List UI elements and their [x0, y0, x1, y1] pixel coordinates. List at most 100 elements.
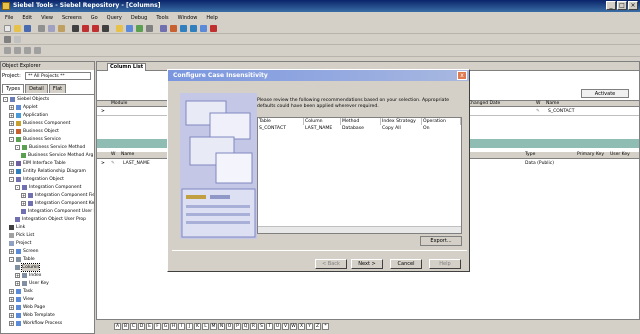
close-window-button[interactable]: × — [628, 1, 638, 10]
tree-item[interactable]: - Table — [9, 256, 35, 263]
expand-icon[interactable]: + — [15, 281, 20, 286]
alphabet-letter[interactable]: Y — [306, 322, 313, 330]
alphabet-letter[interactable]: F — [154, 322, 161, 330]
horizontal-scrollbar[interactable] — [258, 226, 461, 233]
alphabet-letter[interactable]: B — [122, 322, 129, 330]
col-column[interactable]: Column — [304, 118, 341, 125]
col-changed-date[interactable]: Changed Date — [468, 101, 500, 107]
align-icon[interactable] — [14, 47, 21, 54]
alphabet-letter[interactable]: D — [138, 322, 145, 330]
menu-go[interactable]: Go — [89, 15, 100, 21]
collapse-icon[interactable]: - — [3, 97, 8, 102]
col-index-strategy[interactable]: Index Strategy — [381, 118, 422, 125]
alphabet-letter[interactable]: * — [322, 322, 329, 330]
alphabet-letter[interactable]: A — [114, 322, 121, 330]
menu-edit[interactable]: Edit — [20, 15, 34, 21]
alphabet-letter[interactable]: N — [218, 322, 225, 330]
collapse-icon[interactable]: - — [9, 137, 14, 142]
tree-item[interactable]: + Application — [9, 112, 48, 119]
alphabet-letter[interactable]: G — [162, 322, 169, 330]
tree-item[interactable]: - Business Service — [9, 136, 61, 143]
cancel-button[interactable]: Cancel — [390, 259, 422, 269]
debug-icon[interactable] — [200, 25, 207, 32]
menu-query[interactable]: Query — [105, 15, 124, 21]
collapse-icon[interactable]: - — [9, 177, 14, 182]
tree-item[interactable]: Column — [15, 263, 41, 272]
compile-icon[interactable] — [170, 25, 177, 32]
tree-item[interactable]: + View — [9, 296, 34, 303]
menu-window[interactable]: Window — [176, 15, 200, 21]
close-icon[interactable]: x — [457, 71, 467, 80]
expand-icon[interactable]: + — [9, 121, 14, 126]
project-dropdown[interactable]: ** All Projects ** — [25, 72, 91, 80]
tree-item[interactable]: + Entity Relationship Diagram — [9, 168, 86, 175]
col-user-key[interactable]: User Key — [610, 152, 630, 158]
alphabet-letter[interactable]: K — [194, 322, 201, 330]
tab-types[interactable]: Types — [2, 84, 25, 93]
alphabet-letter[interactable]: I — [178, 322, 185, 330]
alphabet-letter[interactable]: U — [274, 322, 281, 330]
tab-flat[interactable]: Flat — [48, 84, 67, 93]
col-w[interactable]: W — [536, 101, 540, 107]
back-button[interactable]: < Back — [315, 259, 347, 269]
table-name-cell[interactable]: S_CONTACT — [548, 109, 574, 115]
col-method[interactable]: Method — [341, 118, 381, 125]
tree-item[interactable]: + Business Object — [9, 128, 59, 135]
format-icon[interactable] — [4, 47, 11, 54]
prev-record-icon[interactable] — [82, 25, 89, 32]
col-operation[interactable]: Operation — [422, 118, 461, 125]
maximize-button[interactable]: □ — [617, 1, 627, 10]
sort-icon[interactable] — [160, 25, 167, 32]
help-button[interactable]: Help — [429, 259, 461, 269]
tree-item[interactable]: + EIM Interface Table — [9, 160, 66, 167]
expand-icon[interactable]: + — [9, 313, 14, 318]
tree-item[interactable]: Link — [9, 224, 25, 231]
stop-icon[interactable] — [210, 25, 217, 32]
tree-item[interactable]: - Business Service Method — [15, 144, 85, 151]
expand-icon[interactable]: + — [9, 289, 14, 294]
alphabet-letter[interactable]: O — [226, 322, 233, 330]
tree-item[interactable]: Pick List — [9, 232, 34, 239]
next-button[interactable]: Next > — [351, 259, 383, 269]
tree-item[interactable]: - Integration Component — [15, 184, 81, 191]
save-icon[interactable] — [24, 25, 31, 32]
tree-item[interactable]: Project — [9, 240, 31, 247]
new-icon[interactable] — [4, 25, 11, 32]
alphabet-letter[interactable]: E — [146, 322, 153, 330]
menu-view[interactable]: View — [39, 15, 55, 21]
open-icon[interactable] — [14, 25, 21, 32]
expand-icon[interactable]: + — [9, 169, 14, 174]
tree-item[interactable]: + Business Component — [9, 120, 70, 127]
collapse-icon[interactable]: - — [15, 185, 20, 190]
execute-query-icon[interactable] — [136, 25, 143, 32]
tree-item[interactable]: + Screen — [9, 248, 38, 255]
alphabet-letter[interactable]: M — [210, 322, 217, 330]
grid-icon[interactable] — [24, 47, 31, 54]
expand-icon[interactable]: + — [15, 273, 20, 278]
collapse-icon[interactable]: - — [9, 257, 14, 262]
col-primary-key[interactable]: Primary Key — [577, 152, 604, 158]
cell-table[interactable]: S_CONTACT — [258, 126, 286, 132]
expand-icon[interactable]: + — [9, 305, 14, 310]
last-record-icon[interactable] — [102, 25, 109, 32]
cell-method[interactable]: Database — [341, 126, 364, 132]
tab-column-list[interactable]: Column List — [107, 63, 147, 71]
tree-item[interactable]: + Integration Component Key — [21, 200, 94, 207]
alphabet-letter[interactable]: T — [266, 322, 273, 330]
alphabet-letter[interactable]: L — [202, 322, 209, 330]
tree-item[interactable]: + Task — [9, 288, 33, 295]
tree-item[interactable]: + Workflow Process — [9, 320, 62, 327]
tree-item[interactable]: Integration Component User Prop — [21, 208, 94, 215]
alphabet-letter[interactable]: C — [130, 322, 137, 330]
edit-layout-icon[interactable] — [14, 36, 21, 43]
back-icon[interactable] — [180, 25, 187, 32]
tree-item[interactable]: + User Key — [15, 280, 49, 287]
expand-icon[interactable]: + — [9, 129, 14, 134]
cell-operation[interactable]: On — [422, 126, 430, 132]
tree-item[interactable]: - Integration Object — [9, 176, 64, 183]
alphabet-letter[interactable]: Z — [314, 322, 321, 330]
column-name-cell[interactable]: LAST_NAME — [123, 161, 150, 167]
expand-icon[interactable]: + — [21, 193, 26, 198]
expand-icon[interactable]: + — [9, 321, 14, 326]
cell-column[interactable]: LAST_NAME — [304, 126, 332, 132]
